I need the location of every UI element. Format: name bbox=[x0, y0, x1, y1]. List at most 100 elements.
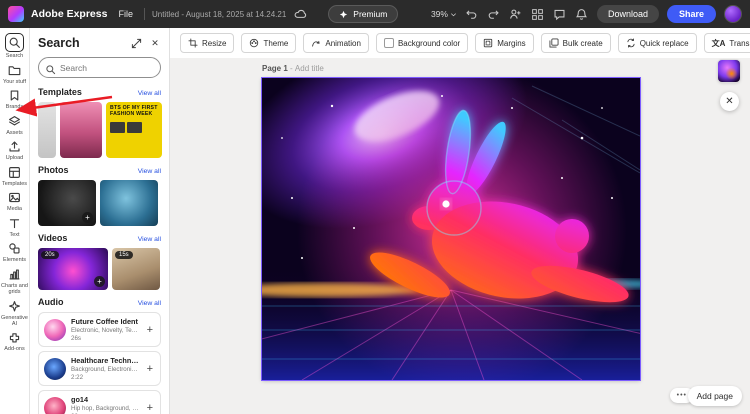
photos-view-all-link[interactable]: View all bbox=[138, 168, 161, 175]
add-page-button[interactable]: Add page bbox=[688, 386, 742, 406]
audio-list-item[interactable]: Future Coffee Ident Electronic, Novelty,… bbox=[38, 312, 161, 347]
sidebar-item-charts-and-grids[interactable]: Charts and grids bbox=[0, 267, 30, 295]
templates-grid-icon bbox=[7, 165, 22, 180]
sidebar-item-generative-ai[interactable]: Generative AI bbox=[0, 299, 30, 327]
apps-grid-icon[interactable] bbox=[531, 7, 545, 21]
template-thumbnail[interactable]: BTS of my first fashion week bbox=[106, 102, 162, 158]
bulk-create-button[interactable]: Bulk create bbox=[541, 33, 611, 53]
audio-list-item[interactable]: Healthcare Technology Background, Electr… bbox=[38, 351, 161, 386]
photo-thumbnail[interactable]: + bbox=[38, 180, 96, 226]
videos-section-title: Videos bbox=[38, 233, 67, 243]
sidebar-item-add-ons[interactable]: Add-ons bbox=[0, 330, 30, 352]
zoom-level[interactable]: 39% bbox=[431, 9, 457, 19]
animation-button[interactable]: Animation bbox=[303, 33, 369, 53]
sidebar-item-brands[interactable]: Brands bbox=[0, 88, 30, 110]
audio-tags: Electronic, Novelty, Techno, Dreamy... bbox=[71, 327, 140, 334]
close-float-button[interactable]: ✕ bbox=[720, 92, 739, 111]
search-icon bbox=[5, 33, 24, 52]
audio-list-item[interactable]: go14 Hip hop, Background, Electronic, M.… bbox=[38, 390, 161, 414]
panel-title: Search bbox=[38, 36, 80, 50]
background-color-button[interactable]: Background color bbox=[376, 33, 468, 53]
translate-icon: 文A bbox=[712, 38, 726, 49]
add-photo-icon[interactable]: + bbox=[82, 212, 93, 223]
document-title[interactable]: Untitled - August 18, 2025 at 14.24.21 bbox=[152, 10, 286, 19]
sidebar-item-assets[interactable]: Assets bbox=[0, 114, 30, 136]
document-toolbar: Resize Theme Animation Background color … bbox=[170, 28, 750, 58]
video-thumbnail[interactable]: 15s bbox=[112, 248, 160, 290]
add-title-placeholder: Add title bbox=[295, 64, 324, 73]
photo-thumbnail[interactable] bbox=[100, 180, 158, 226]
photos-row: + bbox=[38, 180, 161, 226]
sparkle-icon bbox=[7, 299, 22, 314]
share-button[interactable]: Share bbox=[667, 5, 716, 23]
bookmark-icon bbox=[7, 88, 22, 103]
add-audio-icon[interactable]: + bbox=[145, 402, 155, 414]
audio-section-title: Audio bbox=[38, 297, 64, 307]
image-icon bbox=[7, 190, 22, 205]
cloud-sync-icon bbox=[293, 7, 307, 21]
undo-icon[interactable] bbox=[465, 7, 479, 21]
photos-section-title: Photos bbox=[38, 165, 69, 175]
videos-row: 20s + 15s bbox=[38, 248, 161, 290]
expand-panel-icon[interactable] bbox=[130, 37, 142, 49]
translate-button[interactable]: 文A Translate NEW bbox=[704, 33, 750, 53]
search-input-icon bbox=[45, 62, 56, 73]
video-thumbnail[interactable]: 20s + bbox=[38, 248, 108, 290]
download-button[interactable]: Download bbox=[597, 5, 659, 23]
search-panel: Search ✕ Templates View all BTS of my fi… bbox=[30, 28, 170, 414]
stack-icon bbox=[549, 38, 559, 48]
text-icon bbox=[7, 216, 22, 231]
comments-icon[interactable] bbox=[553, 7, 567, 21]
search-box bbox=[38, 57, 161, 78]
template-thumbnail[interactable] bbox=[38, 102, 56, 158]
document-canvas[interactable] bbox=[262, 78, 640, 380]
sidebar-item-elements[interactable]: Elements bbox=[0, 241, 30, 263]
notifications-bell-icon[interactable] bbox=[575, 7, 589, 21]
editor-main-area: Resize Theme Animation Background color … bbox=[170, 28, 750, 414]
sidebar-item-templates[interactable]: Templates bbox=[0, 165, 30, 187]
quick-replace-button[interactable]: Quick replace bbox=[618, 33, 697, 53]
audio-title: Future Coffee Ident bbox=[71, 317, 140, 326]
video-duration-badge: 20s bbox=[41, 251, 59, 259]
video-duration-badge: 15s bbox=[115, 251, 133, 259]
app-name: Adobe Express bbox=[31, 8, 107, 20]
invite-people-icon[interactable] bbox=[509, 7, 523, 21]
sidebar-item-text[interactable]: Text bbox=[0, 216, 30, 238]
premium-button[interactable]: Premium bbox=[328, 5, 398, 23]
audio-artwork bbox=[44, 358, 66, 380]
templates-view-all-link[interactable]: View all bbox=[138, 90, 161, 97]
videos-view-all-link[interactable]: View all bbox=[138, 236, 161, 243]
template-thumbnail[interactable] bbox=[60, 102, 102, 158]
margins-button[interactable]: Margins bbox=[475, 33, 533, 53]
sidebar-item-media[interactable]: Media bbox=[0, 190, 30, 212]
sidebar-item-upload[interactable]: Upload bbox=[0, 139, 30, 161]
audio-view-all-link[interactable]: View all bbox=[138, 300, 161, 307]
file-menu[interactable]: File bbox=[114, 7, 137, 21]
neon-rabbit-artwork[interactable] bbox=[262, 78, 640, 380]
layers-icon bbox=[7, 114, 22, 129]
audio-duration: 2:22 bbox=[71, 374, 140, 381]
sidebar-item-your-stuff[interactable]: Your stuff bbox=[0, 63, 30, 85]
add-audio-icon[interactable]: + bbox=[145, 363, 155, 375]
add-video-icon[interactable]: + bbox=[94, 276, 105, 287]
templates-row: BTS of my first fashion week bbox=[38, 102, 161, 158]
page-preview-thumbnail[interactable] bbox=[718, 60, 740, 82]
crop-icon bbox=[188, 38, 198, 48]
top-bar: Adobe Express File Untitled - August 18,… bbox=[0, 0, 750, 28]
close-panel-icon[interactable]: ✕ bbox=[149, 37, 161, 49]
theme-button[interactable]: Theme bbox=[241, 33, 296, 53]
sidebar-item-search[interactable]: Search bbox=[0, 33, 30, 59]
audio-list: Future Coffee Ident Electronic, Novelty,… bbox=[38, 312, 161, 414]
search-input[interactable] bbox=[38, 57, 161, 78]
shapes-icon bbox=[7, 241, 22, 256]
left-navigation-rail: Search Your stuff Brands Assets Upload T… bbox=[0, 28, 30, 414]
audio-title: go14 bbox=[71, 395, 140, 404]
template-card-text: BTS of my first fashion week bbox=[110, 106, 158, 118]
page-label[interactable]: Page 1 - Add title bbox=[262, 64, 324, 73]
resize-button[interactable]: Resize bbox=[180, 33, 234, 53]
user-avatar[interactable] bbox=[724, 5, 742, 23]
audio-tags: Background, Electronic, Dynamic, F... bbox=[71, 366, 140, 373]
redo-icon[interactable] bbox=[487, 7, 501, 21]
bar-chart-icon bbox=[7, 267, 22, 282]
add-audio-icon[interactable]: + bbox=[145, 324, 155, 336]
